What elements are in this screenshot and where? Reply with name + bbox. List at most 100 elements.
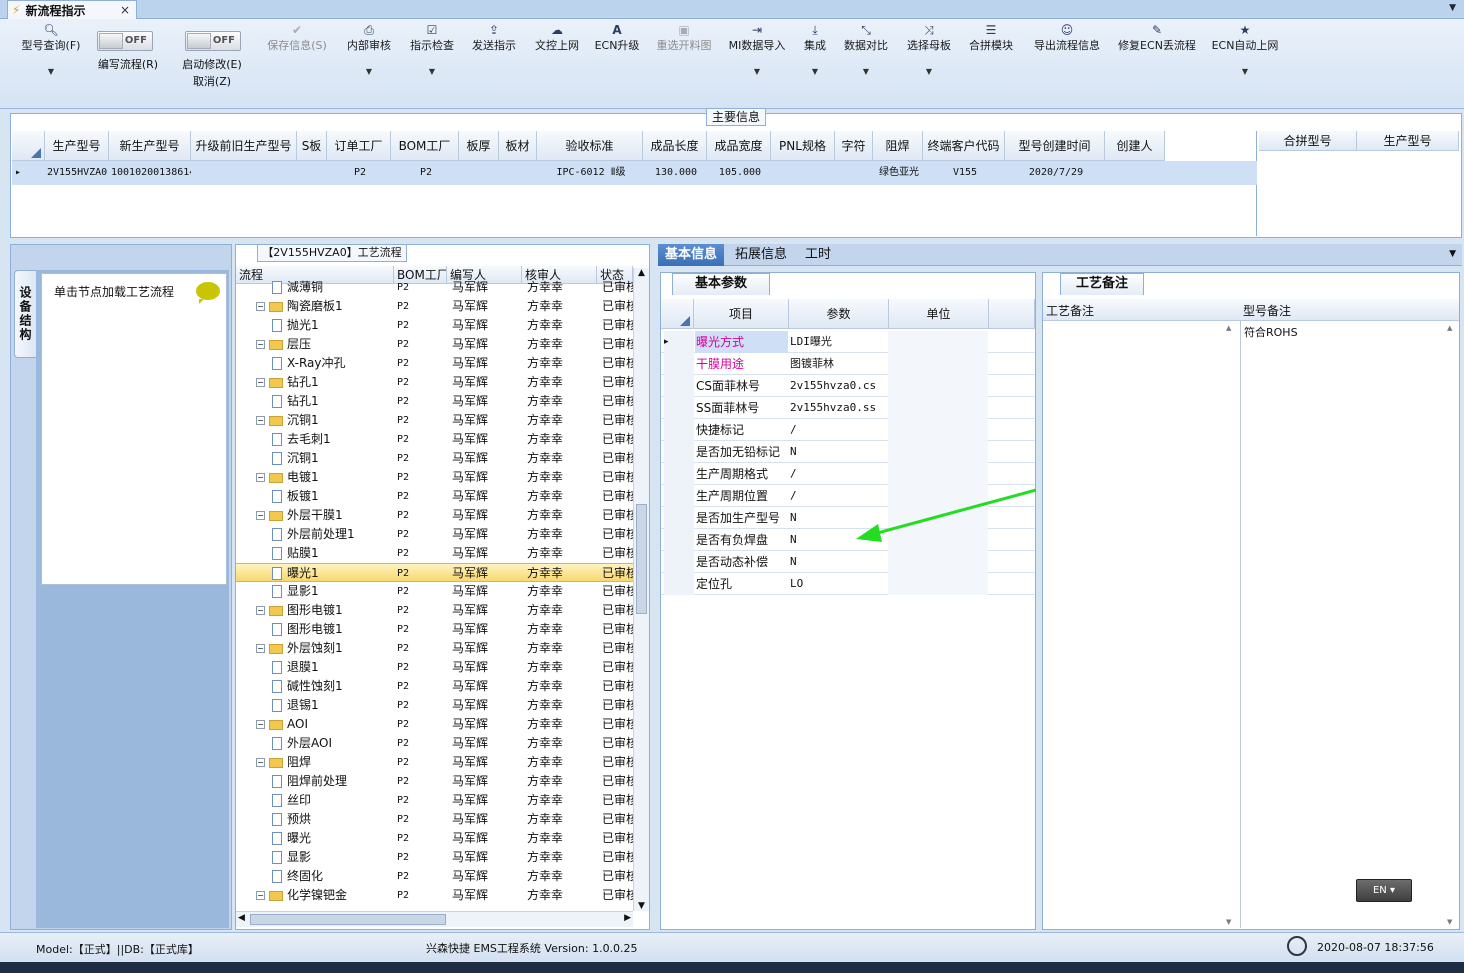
tab-new-flow[interactable]: ⚡ 新流程指示 × xyxy=(7,0,137,19)
column-header[interactable]: 生产型号 xyxy=(1357,131,1459,151)
tab-extended-info[interactable]: 拓展信息 xyxy=(728,244,794,266)
row-selector[interactable] xyxy=(664,573,694,595)
collapse-icon[interactable]: − xyxy=(256,340,265,349)
scroll-down-icon[interactable]: ▼ xyxy=(634,901,649,911)
column-header[interactable]: 型号创建时间 xyxy=(1005,131,1105,161)
reselect-cut-drawing-button[interactable]: ▣ 重选开料图 xyxy=(652,23,716,53)
column-header[interactable]: 新生产型号 xyxy=(109,131,191,161)
scroll-down-icon[interactable]: ▼ xyxy=(1226,918,1231,926)
tree-node[interactable]: 曝光 P2 马军辉 方幸幸 已审核 xyxy=(236,829,633,848)
tree-horizontal-scrollbar[interactable]: ◀ ▶ xyxy=(236,911,633,927)
tree-node[interactable]: − 外层干膜1 P2 马军辉 方幸幸 已审核 xyxy=(236,506,633,525)
column-header[interactable]: 板厚 xyxy=(459,131,499,161)
repair-ecn-button[interactable]: ✎ 修复ECN丢流程 xyxy=(1116,23,1198,53)
param-row[interactable]: CS面菲林号 2v155hvza0.cs xyxy=(661,375,1035,397)
tab-process-notes[interactable]: 工艺备注 xyxy=(1060,273,1144,295)
collapse-icon[interactable]: − xyxy=(256,720,265,729)
row-selector[interactable] xyxy=(664,397,694,419)
param-row[interactable]: 干膜用途 图镀菲林 xyxy=(661,353,1035,375)
param-unit[interactable] xyxy=(888,397,988,419)
tree-node[interactable]: − 沉铜1 P2 马军辉 方幸幸 已审核 xyxy=(236,411,633,430)
row-selector[interactable] xyxy=(664,485,694,507)
tree-node[interactable]: 減薄铜 P2 马军辉 方幸幸 已审核 xyxy=(236,278,633,297)
table-cell[interactable] xyxy=(461,161,499,185)
collapse-icon[interactable]: − xyxy=(256,891,265,900)
enable-edit-toggle[interactable]: OFF xyxy=(185,31,241,51)
table-cell[interactable]: 绿色亚光 xyxy=(875,161,923,185)
table-cell[interactable]: 105.000 xyxy=(709,161,771,185)
tree-node[interactable]: − 阻焊 P2 马军辉 方幸幸 已审核 xyxy=(236,753,633,772)
mi-import-button[interactable]: ⇥ MI数据导入 ▼ xyxy=(726,23,788,79)
param-value[interactable]: / xyxy=(789,419,887,441)
tree-node[interactable]: − 电镀1 P2 马军辉 方幸幸 已审核 xyxy=(236,468,633,487)
param-value[interactable]: 2v155hvza0.cs xyxy=(789,375,887,397)
table-cell[interactable]: P2 xyxy=(329,161,391,185)
doc-online-button[interactable]: ☁ 文控上网 xyxy=(531,23,583,53)
device-tree[interactable]: 单击节点加载工艺流程 xyxy=(41,273,227,585)
tree-node[interactable]: − 化学镍钯金 P2 马军辉 方幸幸 已审核 xyxy=(236,886,633,905)
send-instruction-button[interactable]: ⇪ 发送指示 xyxy=(468,23,520,53)
row-selector[interactable] xyxy=(664,419,694,441)
process-note-scrollbar[interactable]: ▲ ▼ xyxy=(1226,324,1238,926)
param-value[interactable]: 图镀菲林 xyxy=(789,353,887,375)
tree-node[interactable]: 外层前处理1 P2 马军辉 方幸幸 已审核 xyxy=(236,525,633,544)
param-row[interactable]: SS面菲林号 2v155hvza0.ss xyxy=(661,397,1035,419)
row-selector[interactable] xyxy=(664,507,694,529)
param-unit[interactable] xyxy=(888,573,988,595)
row-selector[interactable] xyxy=(664,529,694,551)
column-header[interactable]: 合拼型号 xyxy=(1259,131,1357,151)
model-note-value[interactable]: 符合ROHS xyxy=(1244,324,1298,340)
param-unit[interactable] xyxy=(888,551,988,573)
export-flow-button[interactable]: ☺ 导出流程信息 xyxy=(1028,23,1106,53)
collapse-icon[interactable]: − xyxy=(256,378,265,387)
row-selector[interactable] xyxy=(664,441,694,463)
model-query-button[interactable]: 🔍︎ 型号查询(F) ▼ xyxy=(16,23,86,79)
scroll-up-icon[interactable]: ▲ xyxy=(634,268,649,278)
scroll-left-icon[interactable]: ◀ xyxy=(238,913,245,923)
table-cell[interactable]: 10010200138614 xyxy=(111,161,191,185)
param-row[interactable]: 定位孔 LO xyxy=(661,573,1035,595)
param-row[interactable]: 快捷标记 / xyxy=(661,419,1035,441)
param-unit[interactable] xyxy=(888,375,988,397)
tree-node[interactable]: 板镀1 P2 马军辉 方幸幸 已审核 xyxy=(236,487,633,506)
table-cell[interactable]: IPC-6012 Ⅱ级 xyxy=(539,161,643,185)
choose-master-button[interactable]: ⤨ 选择母板 ▼ xyxy=(903,23,955,79)
tree-node[interactable]: 退锡1 P2 马军辉 方幸幸 已审核 xyxy=(236,696,633,715)
collapse-icon[interactable]: − xyxy=(256,758,265,767)
column-header[interactable]: 升级前旧生产型号 xyxy=(191,131,297,161)
tree-node[interactable]: 沉铜1 P2 马军辉 方幸幸 已审核 xyxy=(236,449,633,468)
table-cell[interactable]: V155 xyxy=(925,161,1005,185)
param-value[interactable]: N xyxy=(789,551,887,573)
tree-node[interactable]: − 图形电镀1 P2 马军辉 方幸幸 已审核 xyxy=(236,601,633,620)
instruction-check-button[interactable]: ☑ 指示检查 ▼ xyxy=(406,23,458,79)
tree-node[interactable]: 钻孔1 P2 马军辉 方幸幸 已审核 xyxy=(236,392,633,411)
row-selector[interactable]: ▸ xyxy=(664,331,694,353)
ecn-upgrade-button[interactable]: A ECN升级 xyxy=(592,23,642,53)
table-cell[interactable] xyxy=(193,161,297,185)
table-cell[interactable]: 130.000 xyxy=(645,161,707,185)
tree-node[interactable]: − AOI P2 马军辉 方幸幸 已审核 xyxy=(236,715,633,734)
collapse-icon[interactable]: − xyxy=(256,511,265,520)
column-header[interactable]: 验收标准 xyxy=(537,131,643,161)
tree-node[interactable]: − 外层蚀刻1 P2 马军辉 方幸幸 已审核 xyxy=(236,639,633,658)
tree-node[interactable]: 曝光1 P2 马军辉 方幸幸 已审核 xyxy=(236,563,633,582)
collapse-icon[interactable]: − xyxy=(256,606,265,615)
column-header[interactable]: 板材 xyxy=(499,131,537,161)
column-header[interactable]: 成品宽度 xyxy=(707,131,771,161)
scroll-up-icon[interactable]: ▲ xyxy=(1226,324,1238,332)
tree-node[interactable]: 碱性蚀刻1 P2 马军辉 方幸幸 已审核 xyxy=(236,677,633,696)
tab-device-structure[interactable]: 设备结构 xyxy=(14,270,36,358)
internal-review-button[interactable]: ⎙ 内部审核 ▼ xyxy=(343,23,395,79)
collapse-icon[interactable]: − xyxy=(256,416,265,425)
scroll-right-icon[interactable]: ▶ xyxy=(624,913,631,923)
param-row[interactable]: 是否加无铅标记 N xyxy=(661,441,1035,463)
collapse-icon[interactable]: − xyxy=(256,644,265,653)
table-cell[interactable] xyxy=(1107,161,1165,185)
tree-node[interactable]: 预烘 P2 马军辉 方幸幸 已审核 xyxy=(236,810,633,829)
column-header[interactable]: 字符 xyxy=(835,131,873,161)
tree-node[interactable]: 贴膜1 P2 马军辉 方幸幸 已审核 xyxy=(236,544,633,563)
column-header[interactable]: 生产型号 xyxy=(45,131,109,161)
ecn-auto-online-button[interactable]: ★ ECN自动上网 ▼ xyxy=(1210,23,1280,79)
scroll-thumb[interactable] xyxy=(250,914,446,925)
tree-node[interactable]: 显影 P2 马军辉 方幸幸 已审核 xyxy=(236,848,633,867)
